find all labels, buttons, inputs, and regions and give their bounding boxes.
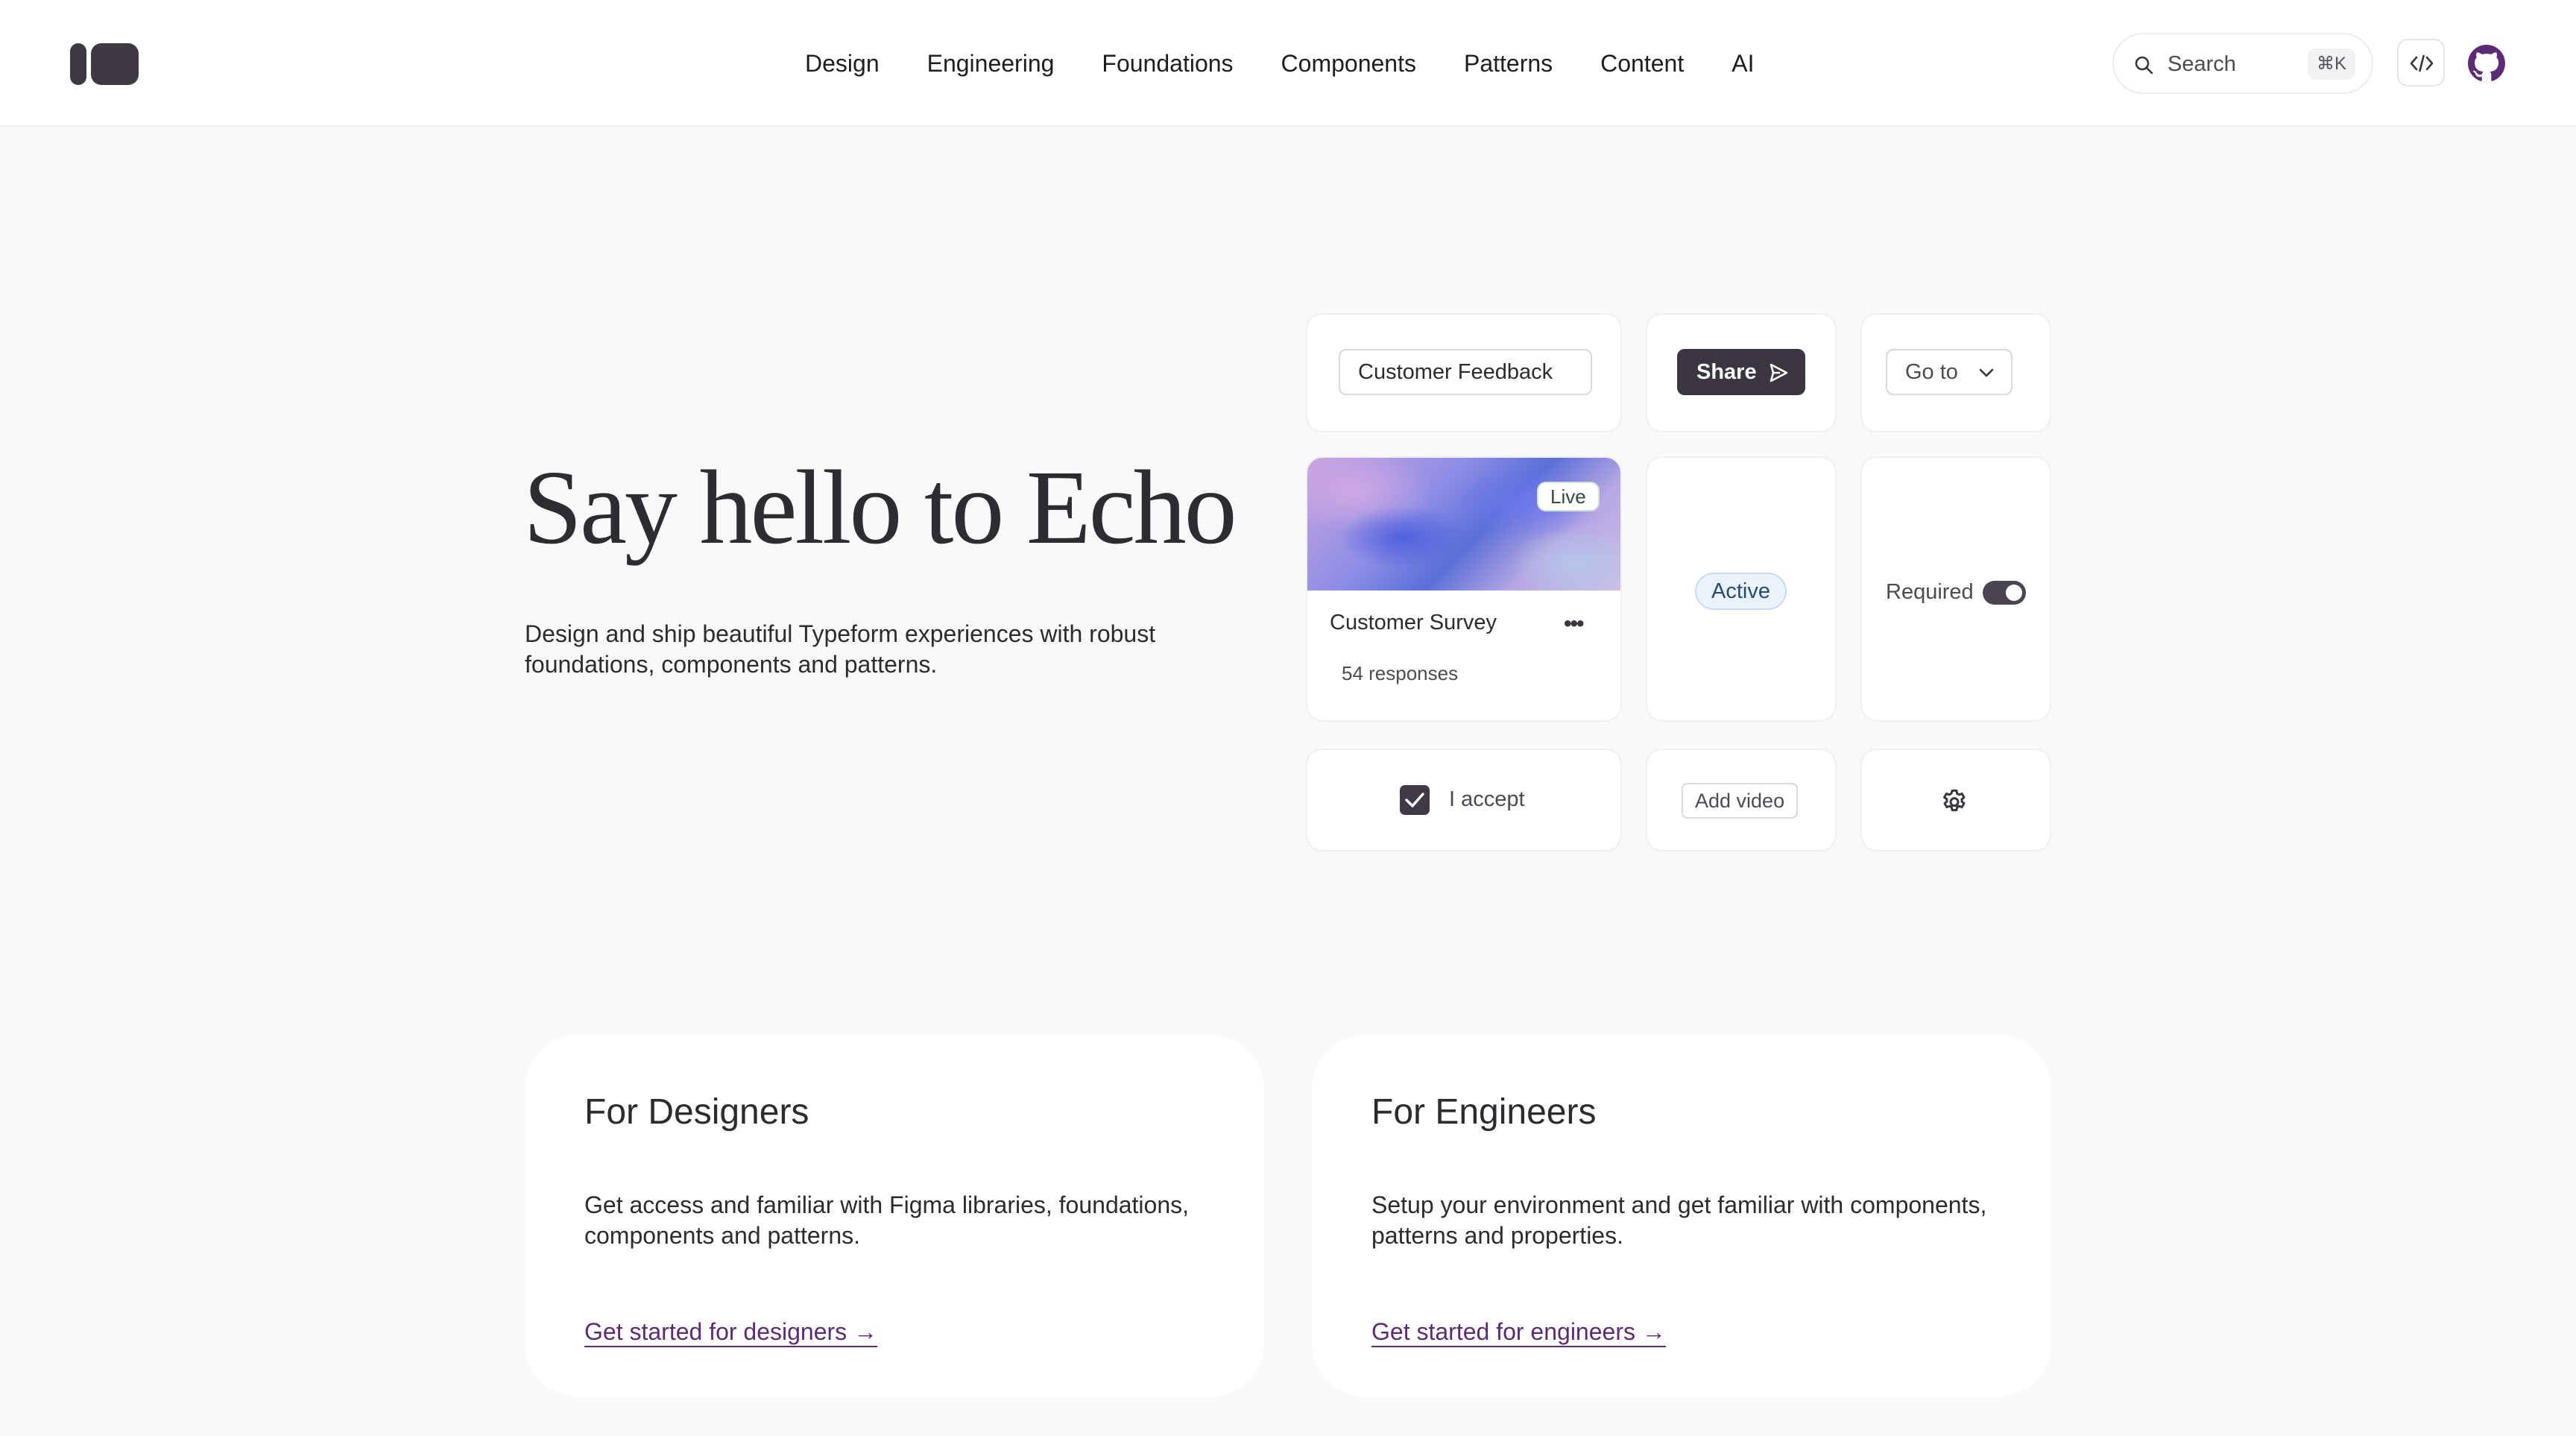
hero-subtitle: Design and ship beautiful Typeform exper… bbox=[525, 620, 1156, 678]
nav-engineering[interactable]: Engineering bbox=[927, 45, 1055, 82]
code-icon bbox=[2410, 54, 2434, 72]
share-label: Share bbox=[1696, 360, 1757, 384]
nav-content[interactable]: Content bbox=[1600, 45, 1684, 82]
engineers-card-title: For Engineers bbox=[1371, 1092, 1597, 1132]
search-icon bbox=[2135, 56, 2153, 75]
code-button[interactable] bbox=[2397, 39, 2445, 86]
logo-bar-icon bbox=[70, 43, 86, 85]
nav-ai[interactable]: AI bbox=[1731, 45, 1754, 82]
status-badge: Active bbox=[1695, 573, 1787, 610]
toggle-knob bbox=[2006, 585, 2022, 601]
engineers-card: For Engineers Setup your environment and… bbox=[1312, 1035, 2051, 1397]
accept-checkbox[interactable] bbox=[1400, 785, 1430, 815]
nav-patterns[interactable]: Patterns bbox=[1464, 45, 1553, 82]
logo-block-icon bbox=[91, 43, 139, 85]
engineers-get-started-link[interactable]: Get started for engineers → bbox=[1371, 1318, 1666, 1346]
designers-card: For Designers Get access and familiar wi… bbox=[525, 1035, 1264, 1397]
settings-tile bbox=[1860, 749, 2051, 851]
survey-cover-image bbox=[1307, 458, 1620, 591]
more-options-icon[interactable]: ••• bbox=[1564, 611, 1584, 637]
survey-card[interactable]: Live Customer Survey ••• 54 responses bbox=[1306, 456, 1622, 722]
add-video-button[interactable]: Add video bbox=[1682, 783, 1799, 819]
gear-icon[interactable] bbox=[1939, 787, 1969, 817]
share-tile: Share bbox=[1646, 313, 1837, 432]
form-name-tile: Customer Feedback bbox=[1306, 313, 1622, 432]
chevron-down-icon bbox=[1979, 368, 1994, 377]
designers-card-text: Get access and familiar with Figma libra… bbox=[584, 1191, 1190, 1249]
send-icon bbox=[1770, 363, 1788, 382]
survey-title: Customer Survey bbox=[1330, 611, 1497, 634]
goto-tile: Go to bbox=[1860, 313, 2051, 432]
echo-logo[interactable] bbox=[70, 43, 139, 85]
share-button[interactable]: Share bbox=[1677, 349, 1805, 395]
top-header: Design Engineering Foundations Component… bbox=[0, 0, 2576, 127]
engineers-card-text: Setup your environment and get familiar … bbox=[1371, 1191, 1987, 1249]
survey-responses: 54 responses bbox=[1342, 662, 1459, 684]
search-button[interactable]: Search ⌘K bbox=[2112, 33, 2373, 94]
required-tile: Required bbox=[1860, 456, 2051, 722]
designers-card-title: For Designers bbox=[584, 1092, 809, 1132]
github-icon[interactable] bbox=[2468, 45, 2505, 82]
page: Design Engineering Foundations Component… bbox=[0, 0, 2576, 1436]
nav-foundations[interactable]: Foundations bbox=[1102, 45, 1233, 82]
search-label: Search bbox=[2168, 52, 2236, 76]
check-icon bbox=[1405, 793, 1424, 807]
search-shortcut-badge: ⌘K bbox=[2307, 48, 2355, 80]
designers-get-started-link[interactable]: Get started for designers → bbox=[584, 1318, 877, 1346]
required-toggle[interactable] bbox=[1983, 581, 2026, 605]
accept-tile: I accept bbox=[1306, 749, 1622, 851]
nav-design[interactable]: Design bbox=[805, 45, 880, 82]
required-label: Required bbox=[1886, 580, 1974, 604]
hero-title: Say hello to Echo bbox=[523, 448, 1237, 566]
goto-label: Go to bbox=[1905, 360, 1958, 384]
add-video-tile: Add video bbox=[1646, 749, 1837, 851]
live-badge: Live bbox=[1537, 482, 1600, 511]
nav-components[interactable]: Components bbox=[1281, 45, 1416, 82]
status-tile: Active bbox=[1646, 456, 1837, 722]
main-nav: Design Engineering Foundations Component… bbox=[805, 45, 1754, 82]
form-name-input[interactable]: Customer Feedback bbox=[1339, 349, 1592, 395]
accept-label: I accept bbox=[1449, 787, 1525, 811]
goto-dropdown[interactable]: Go to bbox=[1886, 349, 2012, 395]
